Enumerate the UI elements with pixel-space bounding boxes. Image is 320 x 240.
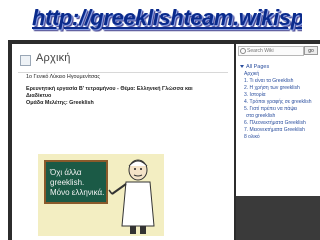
team-line: Ομάδα Μελέτης: Greeklish (26, 100, 94, 106)
search-input[interactable] (247, 47, 301, 55)
nav-link-1[interactable]: 1. Τι είναι τα Greeklish (244, 78, 293, 84)
project-line-2: Διαδίκτυο (26, 93, 52, 99)
nav-link-4[interactable]: 4. Τρόποι γραφής σε greeklish (244, 99, 312, 105)
nav-link-5[interactable]: 5. Γιατί πρέπει να πάψει (244, 106, 297, 112)
teacher-chalkboard-image: Όχι άλλα greeklish. Μόνο ελληνικά. (38, 154, 164, 236)
teacher-illustration (108, 159, 155, 234)
school-name: 1ο Γενικό Λύκειο Ηγουμενίτσας (26, 74, 100, 80)
nav-link-8[interactable]: 8 ολικό (244, 134, 260, 140)
nav-link-6[interactable]: 6. Πλεονεκτήματα Greeklish (244, 120, 306, 126)
nav-link-5-cont[interactable]: στα greeklish (246, 113, 275, 119)
title-divider (18, 72, 228, 73)
nav-link-home[interactable]: Αρχική (244, 71, 259, 77)
nav-link-7[interactable]: 7. Μειονεκτήματα Greeklish (244, 127, 305, 133)
project-line: Ερευνητική εργασία Β' τετραμήνου - Θέμα:… (26, 86, 193, 92)
page-title: Αρχική (36, 52, 71, 64)
search-icon (240, 48, 246, 54)
site-url-banner[interactable]: http://greeklishteam.wikispaces.com (32, 4, 302, 32)
chalk-line-2: greeklish. (50, 178, 85, 187)
nav-link-2[interactable]: 2. Η χρήση των greeklish (244, 85, 300, 91)
page-icon (20, 55, 31, 66)
wiki-page: Αρχική 1ο Γενικό Λύκειο Ηγουμενίτσας Ερε… (12, 44, 234, 240)
banner: http://greeklishteam.wikispaces.com (0, 0, 320, 40)
chalkboard: Όχι άλλα greeklish. Μόνο ελληνικά. (44, 160, 108, 204)
chalk-line-3: Μόνο ελληνικά. (50, 188, 105, 197)
nav-link-3[interactable]: 3. Ιστορία (244, 92, 266, 98)
triangle-down-icon (240, 65, 244, 69)
all-pages-toggle[interactable]: All Pages (240, 64, 269, 70)
go-button[interactable]: go (304, 46, 318, 55)
search-box (238, 46, 304, 56)
page-header: Αρχική (12, 50, 234, 73)
chalk-line-1: Όχι άλλα (50, 168, 82, 177)
